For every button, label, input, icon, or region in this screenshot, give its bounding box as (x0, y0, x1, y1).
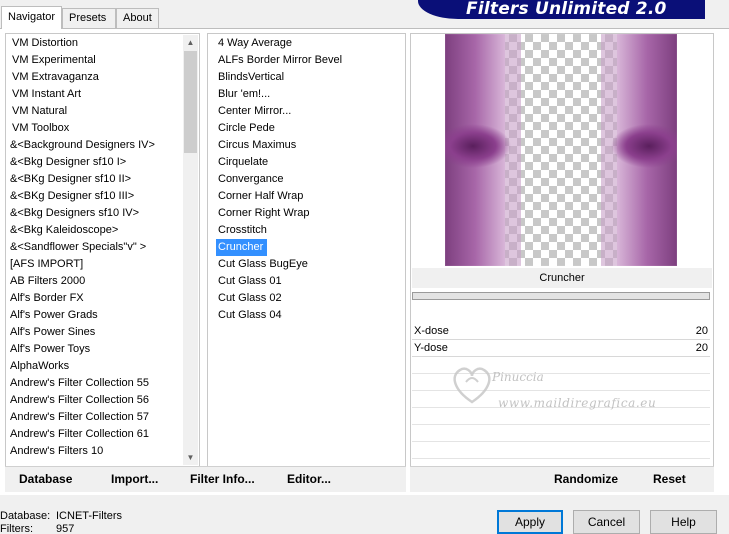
category-item[interactable]: &<Background Designers IV> (8, 137, 182, 154)
category-item[interactable]: &<BKg Designer sf10 III> (8, 188, 182, 205)
param-label: Y-dose (414, 342, 448, 354)
filter-item[interactable]: Cirquelate (216, 154, 404, 171)
category-item[interactable]: VM Extravaganza (8, 69, 182, 86)
category-item[interactable]: VM Toolbox (8, 120, 182, 137)
category-item[interactable]: VM Experimental (8, 52, 182, 69)
randomize-button[interactable]: Randomize (554, 472, 618, 486)
param-y-dose[interactable]: Y-dose 20 (412, 340, 710, 357)
banner-edge (705, 0, 729, 19)
category-item[interactable]: VM Natural (8, 103, 182, 120)
tab-about[interactable]: About (116, 8, 159, 28)
filter-item[interactable]: Circle Pede (216, 120, 404, 137)
cancel-button[interactable]: Cancel (573, 510, 640, 534)
param-value: 20 (695, 325, 708, 337)
filter-item-selected[interactable]: Cruncher (216, 239, 267, 256)
filter-item[interactable]: 4 Way Average (216, 35, 404, 52)
category-item[interactable]: Alf's Power Grads (8, 307, 182, 324)
preset-toolbar: Randomize Reset (410, 466, 714, 492)
tab-navigator[interactable]: Navigator (1, 6, 62, 29)
filter-item[interactable]: ALFs Border Mirror Bevel (216, 52, 404, 69)
filter-list[interactable]: 4 Way Average ALFs Border Mirror Bevel Bli… (216, 35, 404, 324)
category-item[interactable]: Andrew's Filter Collection 55 (8, 375, 182, 392)
category-item[interactable]: VM Distortion (8, 35, 182, 52)
category-item[interactable]: AlphaWorks (8, 358, 182, 375)
preview-image (445, 34, 677, 266)
category-item[interactable]: AB Filters 2000 (8, 273, 182, 290)
category-item[interactable]: Andrew's Filter Collection 61 (8, 426, 182, 443)
filter-item[interactable]: BlindsVertical (216, 69, 404, 86)
help-button[interactable]: Help (650, 510, 717, 534)
category-scrollbar[interactable]: ▲ ▼ (183, 35, 198, 465)
param-label: X-dose (414, 325, 449, 337)
category-item[interactable]: &<Sandflower Specials"v" > (8, 239, 182, 256)
reset-button[interactable]: Reset (653, 472, 686, 486)
selected-filter-name: Cruncher (412, 268, 712, 288)
parameter-slider[interactable] (412, 292, 710, 300)
category-item[interactable]: Andrew's Filter Collection 56 (8, 392, 182, 409)
scroll-thumb[interactable] (184, 51, 197, 153)
database-button[interactable]: Database (19, 472, 72, 486)
filter-item[interactable]: Blur 'em!... (216, 86, 404, 103)
filter-item[interactable]: Cut Glass BugEye (216, 256, 404, 273)
scroll-down-icon[interactable]: ▼ (183, 450, 198, 465)
param-x-dose[interactable]: X-dose 20 (412, 323, 710, 340)
filter-item[interactable]: Corner Right Wrap (216, 205, 404, 222)
filter-item[interactable]: Corner Half Wrap (216, 188, 404, 205)
category-item[interactable]: Andrew's Filter Collection 57 (8, 409, 182, 426)
app-title: Filters Unlimited 2.0 (466, 0, 667, 19)
app-banner: Filters Unlimited 2.0 (418, 0, 729, 19)
filter-item[interactable]: Cut Glass 04 (216, 307, 404, 324)
watermark-name: Pinuccia (492, 370, 544, 384)
param-empty-row (412, 425, 710, 442)
watermark-url: www.maildiregrafica.eu (498, 396, 657, 410)
category-item[interactable]: Andrew's Filters 10 (8, 443, 182, 460)
editor-button[interactable]: Editor... (287, 472, 331, 486)
status-database-value: ICNET-Filters (56, 510, 122, 522)
tab-presets[interactable]: Presets (62, 8, 116, 28)
status-filters-value: 957 (56, 523, 75, 534)
category-item[interactable]: Alf's Power Toys (8, 341, 182, 358)
param-value: 20 (695, 342, 708, 354)
filter-item[interactable]: Circus Maximus (216, 137, 404, 154)
category-item[interactable]: [AFS IMPORT] (8, 256, 182, 273)
filter-item[interactable]: Center Mirror... (216, 103, 404, 120)
category-item[interactable]: &<Bkg Designer sf10 I> (8, 154, 182, 171)
category-item[interactable]: &<BKg Designer sf10 II> (8, 171, 182, 188)
category-list[interactable]: VM Distortion VM Experimental VM Extravaga… (8, 35, 182, 465)
status-filters-label: Filters: (0, 523, 33, 534)
filter-info-button[interactable]: Filter Info... (190, 472, 255, 486)
category-item[interactable]: VM Instant Art (8, 86, 182, 103)
category-item[interactable]: Alf's Power Sines (8, 324, 182, 341)
scroll-up-icon[interactable]: ▲ (183, 35, 198, 50)
watermark: Pinuccia www.maildiregrafica.eu (440, 358, 690, 418)
filter-item[interactable]: Convergance (216, 171, 404, 188)
category-item[interactable]: &<Bkg Designers sf10 IV> (8, 205, 182, 222)
param-empty-row (412, 442, 710, 459)
category-item[interactable]: Alf's Border FX (8, 290, 182, 307)
import-button[interactable]: Import... (111, 472, 158, 486)
filter-item[interactable]: Cut Glass 01 (216, 273, 404, 290)
category-item[interactable]: &<Bkg Kaleidoscope> (8, 222, 182, 239)
filter-item[interactable]: Cut Glass 02 (216, 290, 404, 307)
filter-item[interactable]: Crosstitch (216, 222, 404, 239)
watermark-logo-icon (453, 367, 491, 404)
filter-toolbar: Database Import... Filter Info... Editor… (5, 466, 406, 492)
apply-button[interactable]: Apply (497, 510, 563, 534)
status-database-label: Database: (0, 510, 51, 522)
